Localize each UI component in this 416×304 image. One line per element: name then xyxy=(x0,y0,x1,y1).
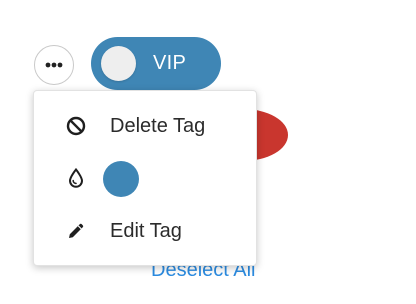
tag-options-menu: Delete Tag Edit Tag xyxy=(33,90,257,266)
tag-label: VIP xyxy=(153,52,187,74)
menu-item-tag-color[interactable] xyxy=(34,158,256,198)
menu-item-edit-tag[interactable]: Edit Tag xyxy=(34,211,256,251)
menu-item-label: Delete Tag xyxy=(110,114,206,137)
more-options-button[interactable] xyxy=(34,45,74,85)
tag-color-swatch[interactable] xyxy=(103,161,139,197)
menu-item-delete-tag[interactable]: Delete Tag xyxy=(34,106,256,146)
ban-icon xyxy=(66,116,86,136)
pencil-icon xyxy=(66,221,86,241)
droplet-icon xyxy=(68,168,84,188)
menu-item-label: Edit Tag xyxy=(110,219,182,242)
toggle-knob[interactable] xyxy=(101,46,136,81)
vip-tag-toggle[interactable]: VIP xyxy=(91,37,221,90)
ellipsis-icon xyxy=(45,62,63,68)
tag-editor-view: VIP Deselect All Delete Tag Edit Tag xyxy=(0,0,416,304)
